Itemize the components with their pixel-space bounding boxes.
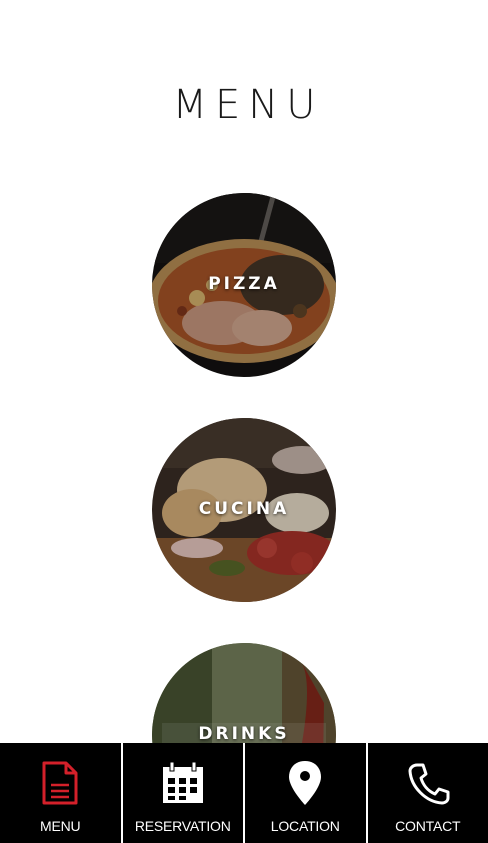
phone-icon bbox=[408, 763, 450, 805]
bottom-tab-bar: MENU RESERVATION LOCATION CONTACT bbox=[0, 743, 488, 843]
tab-reservation[interactable]: RESERVATION bbox=[123, 743, 245, 843]
page-title: MENU bbox=[172, 82, 324, 128]
map-pin-icon bbox=[289, 761, 322, 805]
tab-location[interactable]: LOCATION bbox=[245, 743, 368, 843]
tab-menu[interactable]: MENU bbox=[0, 743, 123, 843]
category-label: PIZZA bbox=[208, 274, 280, 294]
category-label: DRINKS bbox=[198, 724, 290, 744]
calendar-icon bbox=[162, 761, 203, 803]
menu-screen: MENU PIZZA CUCINA DRINKS MENU RESERVATIO… bbox=[0, 0, 488, 843]
tab-label: LOCATION bbox=[270, 818, 340, 834]
tab-label: MENU bbox=[40, 818, 81, 834]
tab-label: CONTACT bbox=[395, 818, 461, 834]
category-cucina[interactable]: CUCINA bbox=[152, 418, 336, 602]
tab-label: RESERVATION bbox=[134, 818, 231, 834]
category-pizza[interactable]: PIZZA bbox=[152, 193, 336, 377]
tab-contact[interactable]: CONTACT bbox=[368, 743, 488, 843]
document-icon bbox=[42, 761, 78, 805]
category-label: CUCINA bbox=[198, 499, 290, 519]
